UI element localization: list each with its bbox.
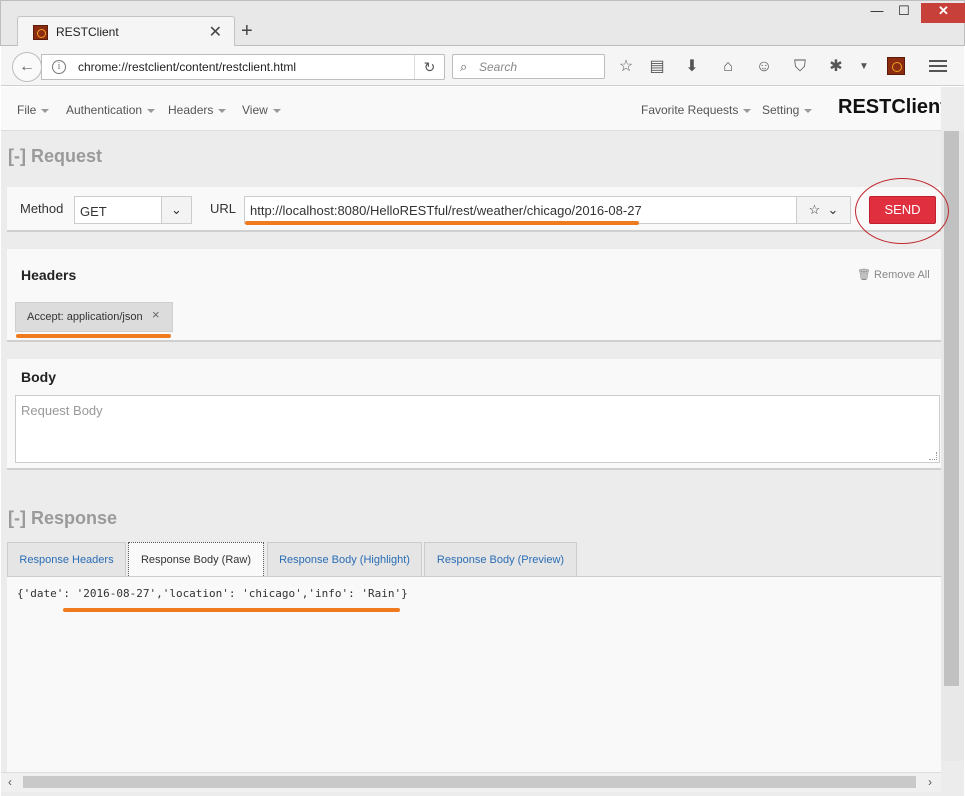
firebug-icon[interactable]: ✱	[825, 57, 847, 77]
request-panel: Method GET ⌄ URL http://localhost:8080/H…	[7, 178, 949, 244]
download-icon[interactable]: ⬇	[681, 57, 703, 77]
caret-down-icon	[147, 108, 156, 113]
site-info-icon[interactable]: i	[52, 60, 66, 74]
firebug-dropdown-icon[interactable]: ▼	[853, 57, 875, 77]
method-label: Method	[20, 201, 64, 216]
caret-down-icon	[743, 108, 752, 113]
tab-response-headers[interactable]: Response Headers	[7, 542, 126, 576]
star-icon[interactable]: ☆	[809, 202, 821, 217]
header-annotation-underline	[16, 334, 171, 338]
request-body-input[interactable]: Request Body	[15, 395, 940, 463]
search-input[interactable]: ⌕ Search	[452, 54, 605, 79]
request-section-title[interactable]: [-] Request	[8, 146, 102, 167]
tab-response-body-highlight[interactable]: Response Body (Highlight)	[267, 542, 422, 576]
tab-title: RESTClient	[56, 25, 119, 39]
url-annotation-underline	[245, 221, 639, 225]
response-annotation-underline	[63, 608, 400, 612]
resize-grip-icon[interactable]	[929, 452, 937, 460]
address-text[interactable]: chrome://restclient/content/restclient.h…	[78, 60, 296, 74]
response-section-title[interactable]: [-] Response	[8, 508, 117, 529]
request-body-placeholder: Request Body	[21, 403, 103, 418]
caret-down-icon	[218, 108, 227, 113]
address-bar[interactable]: i chrome://restclient/content/restclient…	[41, 54, 445, 80]
remove-all-button[interactable]: 🗑 Remove All	[857, 268, 930, 281]
url-label: URL	[210, 201, 237, 216]
restclient-app: File Authentication Headers View Favorit…	[1, 87, 964, 796]
window-maximize-button[interactable]: ☐	[894, 3, 914, 23]
window-titlebar: RESTClient ✕ + — ☐ ✕	[0, 0, 965, 48]
scroll-right-icon[interactable]: ›	[928, 775, 932, 789]
search-placeholder: Search	[479, 60, 518, 74]
scrollbar-thumb[interactable]	[23, 776, 916, 788]
response-body-panel: {'date': '2016-08-27','location': 'chica…	[7, 576, 941, 772]
header-tag-label: Accept: application/json	[27, 311, 143, 323]
menu-headers[interactable]: Headers	[168, 103, 227, 117]
browser-tab[interactable]: RESTClient ✕	[17, 16, 235, 48]
bookmark-star-icon[interactable]: ☆	[615, 57, 637, 77]
trash-icon: 🗑	[857, 269, 871, 281]
search-icon: ⌕	[460, 59, 468, 74]
pocket-icon[interactable]: ⛉	[789, 57, 811, 77]
method-value: GET	[80, 204, 107, 219]
app-navbar: File Authentication Headers View Favorit…	[1, 87, 941, 131]
url-value[interactable]: http://localhost:8080/HelloRESTful/rest/…	[250, 203, 642, 218]
window-minimize-button[interactable]: —	[867, 3, 887, 23]
response-raw-text[interactable]: {'date': '2016-08-27','location': 'chica…	[17, 587, 408, 600]
body-title: Body	[21, 369, 56, 385]
menu-file[interactable]: File	[17, 103, 50, 117]
url-favorite-dropdown[interactable]: ☆ ⌄	[796, 197, 850, 223]
menu-setting[interactable]: Setting	[762, 103, 813, 117]
headers-panel: Headers 🗑 Remove All Accept: application…	[7, 249, 941, 342]
header-remove-icon[interactable]: ×	[152, 307, 160, 322]
caret-down-icon	[272, 108, 281, 113]
restclient-extension-icon[interactable]	[887, 57, 905, 75]
app-brand[interactable]: RESTClient	[838, 96, 941, 119]
chevron-down-icon[interactable]: ⌄	[161, 197, 191, 223]
back-button[interactable]: ←	[12, 52, 42, 82]
tab-response-body-preview[interactable]: Response Body (Preview)	[424, 542, 577, 576]
body-panel: Body Request Body	[7, 359, 941, 470]
scroll-left-icon[interactable]: ‹	[8, 775, 12, 789]
chevron-down-icon[interactable]: ⌄	[827, 202, 838, 217]
reload-icon[interactable]: ↻	[414, 55, 444, 79]
headers-title: Headers	[21, 267, 77, 283]
home-icon[interactable]: ⌂	[717, 57, 739, 77]
menu-view[interactable]: View	[242, 103, 281, 117]
menu-authentication[interactable]: Authentication	[66, 103, 156, 117]
caret-down-icon	[41, 108, 50, 113]
restclient-favicon-icon	[33, 25, 48, 40]
send-annotation-circle	[855, 178, 949, 244]
url-field[interactable]: http://localhost:8080/HelloRESTful/rest/…	[244, 196, 851, 224]
browser-toolbar: i chrome://restclient/content/restclient…	[1, 46, 964, 86]
reading-list-icon[interactable]: ▤	[646, 57, 668, 77]
tab-close-icon[interactable]: ✕	[209, 22, 222, 42]
horizontal-scrollbar[interactable]: ‹ ›	[1, 772, 941, 792]
hamburger-menu-icon[interactable]	[927, 57, 949, 77]
method-select[interactable]: GET ⌄	[74, 196, 192, 224]
caret-down-icon	[804, 108, 813, 113]
new-tab-button[interactable]: +	[241, 20, 253, 43]
header-tag[interactable]: Accept: application/json ×	[15, 302, 173, 332]
window-close-button[interactable]: ✕	[921, 3, 965, 23]
hello-icon[interactable]: ☺	[753, 57, 775, 77]
tab-response-body-raw[interactable]: Response Body (Raw)	[128, 542, 264, 576]
vertical-scrollbar[interactable]	[941, 131, 964, 761]
menu-favorite-requests[interactable]: Favorite Requests	[641, 103, 752, 117]
